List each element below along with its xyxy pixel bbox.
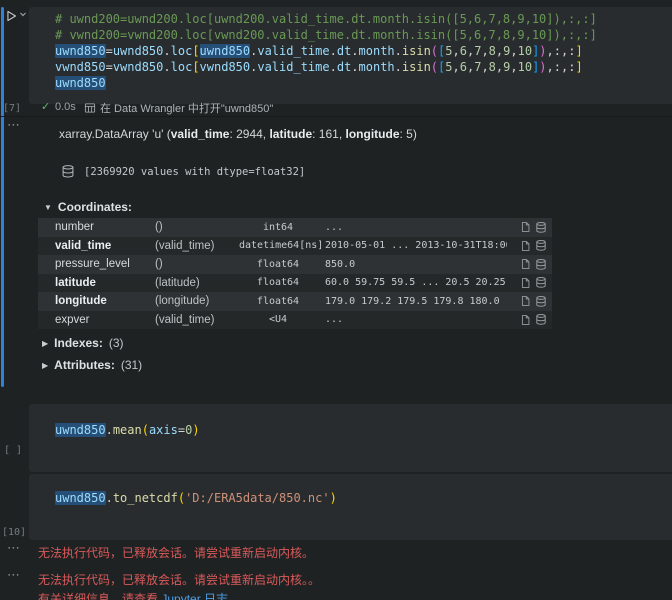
- coord-name: valid_time: [38, 240, 155, 252]
- database-icon[interactable]: [535, 258, 547, 271]
- data-wrangler-icon: [84, 102, 96, 114]
- document-icon[interactable]: [520, 277, 531, 289]
- coord-row-number: number () int64 ...: [38, 218, 552, 237]
- code-line[interactable]: uwnd850=uwnd850.loc[uwnd850.valid_time.d…: [55, 43, 672, 59]
- data-wrangler-label[interactable]: 在 Data Wrangler 中打开"uwnd850": [100, 100, 273, 116]
- output-options-icon[interactable]: ⋯: [7, 120, 21, 130]
- coord-row-latitude: latitude (latitude) float64 60.0 59.75 5…: [38, 274, 552, 293]
- coord-name: longitude: [38, 295, 155, 307]
- error-text: 。: [228, 592, 240, 600]
- code-line[interactable]: uwnd850: [55, 75, 672, 91]
- coord-dtype: float64: [239, 296, 317, 307]
- notebook-page: # uwnd200=uwnd200.loc[uwnd200.valid_time…: [0, 0, 672, 600]
- execution-count-cell-3: [10]: [2, 527, 26, 538]
- code-line[interactable]: vwnd850=vwnd850.loc[vwnd850.valid_time.d…: [55, 59, 672, 75]
- indexes-count: (3): [109, 336, 124, 350]
- coord-dims: (): [155, 221, 239, 233]
- attributes-count: (31): [121, 358, 142, 372]
- coord-dtype: float64: [239, 277, 317, 288]
- coord-values: ...: [317, 222, 507, 233]
- coord-values: 179.0 179.2 179.5 179.8 180.0: [317, 296, 507, 307]
- coordinates-section-label: Coordinates:: [58, 200, 132, 214]
- chevron-down-icon[interactable]: ▼: [44, 203, 52, 212]
- jupyter-log-link[interactable]: Jupyter 日志: [161, 592, 228, 600]
- coord-row-valid-time: valid_time (valid_time) datetime64[ns] 2…: [38, 237, 552, 256]
- chevron-right-icon[interactable]: ▶: [42, 339, 48, 348]
- coord-name: number: [38, 221, 155, 233]
- coord-row-expver: expver (valid_time) <U4 ...: [38, 311, 552, 330]
- coord-name: pressure_level: [38, 258, 155, 270]
- database-icon[interactable]: [535, 295, 547, 308]
- code-cell-2[interactable]: uwnd850.mean(axis=0): [29, 404, 672, 472]
- code-line[interactable]: uwnd850.to_netcdf('D:/ERA5data/850.nc'): [55, 490, 672, 506]
- code-line[interactable]: uwnd850.mean(axis=0): [55, 422, 672, 438]
- coord-name: expver: [38, 314, 155, 326]
- code-cell-3[interactable]: uwnd850.to_netcdf('D:/ERA5data/850.nc'): [29, 474, 672, 540]
- coordinates-table: number () int64 ... valid_time (valid_ti…: [38, 218, 552, 329]
- coord-row-longitude: longitude (longitude) float64 179.0 179.…: [38, 292, 552, 311]
- document-icon[interactable]: [520, 258, 531, 270]
- indexes-section-label: Indexes:: [54, 336, 103, 350]
- success-check-icon: ✓: [41, 100, 50, 113]
- document-icon[interactable]: [520, 314, 531, 326]
- database-icon[interactable]: [61, 164, 75, 179]
- play-icon[interactable]: [4, 9, 18, 23]
- database-icon[interactable]: [535, 239, 547, 252]
- values-preview-text: [2369920 values with dtype=float32]: [84, 166, 305, 178]
- execution-count-cell-1: [7]: [3, 103, 21, 114]
- database-icon[interactable]: [535, 276, 547, 289]
- code-line[interactable]: # uwnd200=uwnd200.loc[uwnd200.valid_time…: [55, 11, 672, 27]
- coord-name: latitude: [38, 277, 155, 289]
- document-icon[interactable]: [520, 240, 531, 252]
- coord-values: 60.0 59.75 59.5 ... 20.5 20.25 20.0: [317, 277, 507, 288]
- coord-dims: (valid_time): [155, 240, 239, 252]
- cell-focus-bar: [1, 7, 4, 387]
- open-in-data-wrangler-link[interactable]: 在 Data Wrangler 中打开"uwnd850": [84, 100, 273, 116]
- indexes-section-header[interactable]: ▶ Indexes: (3): [42, 336, 124, 350]
- attributes-section-header[interactable]: ▶ Attributes: (31): [42, 358, 142, 372]
- xarray-header: xarray.DataArray 'u' (valid_time: 2944, …: [59, 127, 417, 141]
- coord-dims: (): [155, 258, 239, 270]
- coord-dims: (valid_time): [155, 314, 239, 326]
- document-icon[interactable]: [520, 295, 531, 307]
- output-options-icon[interactable]: ⋯: [7, 543, 21, 553]
- output-options-icon[interactable]: ⋯: [7, 570, 21, 580]
- execution-time: 0.0s: [55, 101, 76, 113]
- chevron-right-icon[interactable]: ▶: [42, 361, 48, 370]
- xarray-preview: [2369920 values with dtype=float32]: [61, 164, 305, 179]
- kernel-error-message: 无法执行代码，已释放会话。请尝试重新启动内核。: [38, 544, 314, 561]
- coord-row-pressure-level: pressure_level () float64 850.0: [38, 255, 552, 274]
- coordinates-section-header[interactable]: ▼ Coordinates:: [44, 200, 132, 214]
- kernel-error-message-partial: 有关详细信息，请查看 Jupyter 日志。: [38, 590, 240, 600]
- code-cell-1[interactable]: # uwnd200=uwnd200.loc[uwnd200.valid_time…: [29, 7, 672, 104]
- error-text: 有关详细信息，请查看: [38, 592, 161, 600]
- chevron-down-icon[interactable]: [19, 9, 27, 19]
- coord-dims: (latitude): [155, 277, 239, 289]
- cell-output-divider: [0, 116, 672, 117]
- database-icon[interactable]: [535, 313, 547, 326]
- code-line[interactable]: # vwnd200=vwnd200.loc[vwnd200.valid_time…: [55, 27, 672, 43]
- execution-count-cell-2: [ ]: [4, 445, 22, 456]
- database-icon[interactable]: [535, 221, 547, 234]
- coord-dtype: <U4: [239, 314, 317, 325]
- kernel-error-message: 无法执行代码，已释放会话。请尝试重新启动内核。。: [38, 571, 320, 588]
- coord-values: ...: [317, 314, 507, 325]
- document-icon[interactable]: [520, 221, 531, 233]
- coord-values: 2010-05-01 ... 2013-10-31T18:00:00: [317, 240, 507, 251]
- attributes-section-label: Attributes:: [54, 358, 115, 372]
- coord-dtype: float64: [239, 259, 317, 270]
- coord-dtype: datetime64[ns]: [239, 240, 317, 251]
- coord-dims: (longitude): [155, 295, 239, 307]
- run-cell-button[interactable]: [4, 9, 27, 23]
- coord-values: 850.0: [317, 259, 507, 270]
- coord-dtype: int64: [239, 222, 317, 233]
